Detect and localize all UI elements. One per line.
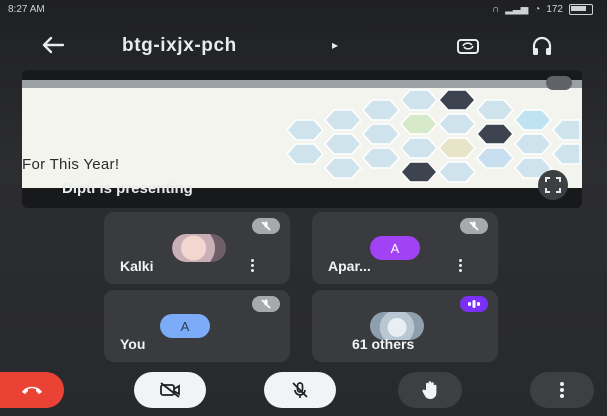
slide-hexagon-grid: [285, 89, 580, 183]
mic-off-icon: [261, 299, 271, 309]
switch-camera-icon: [457, 39, 479, 54]
presentation-badge: [546, 76, 572, 90]
participant-tile-you[interactable]: A You: [104, 290, 290, 362]
presentation-tile[interactable]: For This Year! Dipti is presenting: [22, 70, 582, 208]
shared-slide: For This Year!: [22, 80, 582, 188]
switch-camera-button[interactable]: [454, 32, 482, 60]
participant-tile-apar[interactable]: A Apar...: [312, 212, 498, 284]
audio-level-icon: [468, 300, 480, 308]
more-options-icon: [560, 382, 564, 398]
mic-off-icon: [261, 221, 271, 231]
meet-call-screen: 8:27 AM ∩ ▂▃▅ ◔ 172 btg-ixjx-pch ▸ For T…: [0, 0, 607, 416]
participant-tile-kalki[interactable]: Kalki: [104, 212, 290, 284]
avatar: A: [370, 236, 420, 260]
status-icons: ∩ ▂▃▅ ◔ 172: [492, 4, 593, 15]
end-call-button[interactable]: [0, 372, 64, 408]
presenter-caption: Dipti is presenting: [62, 180, 193, 197]
end-call-icon: [22, 386, 42, 394]
fullscreen-button[interactable]: [538, 170, 568, 200]
audio-output-button[interactable]: [528, 32, 556, 60]
back-arrow-icon: [42, 36, 65, 54]
status-time: 8:27 AM: [8, 4, 45, 15]
muted-badge: [460, 218, 488, 234]
mic-toggle-button[interactable]: [264, 372, 336, 408]
battery-icon: [569, 4, 593, 15]
mic-off-icon: [469, 221, 479, 231]
speaking-badge: [460, 296, 488, 312]
participant-name: Apar...: [328, 258, 371, 274]
raise-hand-icon: [422, 381, 437, 399]
mic-off-icon: [292, 382, 308, 398]
raise-hand-button[interactable]: [398, 372, 462, 408]
avatar: [172, 234, 226, 262]
call-header: btg-ixjx-pch ▸: [0, 26, 607, 66]
battery-text: 172: [546, 4, 563, 15]
headphones-icon: [532, 36, 552, 55]
signal-icon: ▂▃▅: [505, 4, 529, 15]
more-options-button[interactable]: [530, 372, 594, 408]
camera-toggle-button[interactable]: [134, 372, 206, 408]
participant-menu-button[interactable]: [454, 259, 466, 272]
participant-menu-button[interactable]: [246, 259, 258, 272]
headset-status-icon: ∩: [492, 4, 500, 15]
meeting-details-caret-icon[interactable]: ▸: [332, 38, 338, 52]
call-controls: [0, 364, 607, 416]
camera-off-icon: [160, 382, 180, 398]
wifi-icon: ◔: [534, 4, 541, 15]
expand-icon: [545, 177, 561, 193]
participant-name: Kalki: [120, 258, 154, 274]
avatar: A: [160, 314, 210, 338]
muted-badge: [252, 218, 280, 234]
participant-name: You: [120, 336, 146, 352]
participant-name: 61 others: [352, 336, 415, 352]
slide-headline: For This Year!: [22, 156, 120, 173]
muted-badge: [252, 296, 280, 312]
meeting-code-title[interactable]: btg-ixjx-pch: [122, 35, 237, 57]
status-bar: 8:27 AM ∩ ▂▃▅ ◔ 172: [0, 0, 607, 22]
back-button[interactable]: [38, 30, 68, 60]
participant-tile-others[interactable]: 61 others: [312, 290, 498, 362]
